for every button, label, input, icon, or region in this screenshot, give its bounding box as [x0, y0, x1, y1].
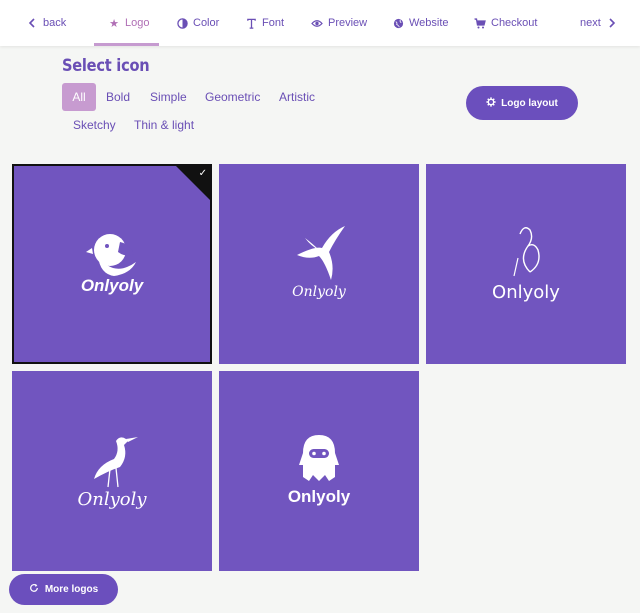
globe-icon	[392, 17, 404, 29]
logo-tile-heron[interactable]: Onlyoly	[12, 371, 212, 571]
tab-logo-label: Logo	[125, 17, 150, 29]
tab-color[interactable]: Color	[176, 0, 219, 46]
logo-name: Onlyoly	[287, 487, 351, 506]
tab-font[interactable]: Font	[245, 0, 284, 46]
filter-simple[interactable]: Simple	[150, 83, 187, 111]
tab-checkout-label: Checkout	[491, 17, 538, 29]
tab-website-label: Website	[409, 17, 449, 29]
filter-thin-light[interactable]: Thin & light	[134, 111, 194, 139]
contrast-icon	[176, 17, 188, 29]
back-label: back	[43, 17, 67, 29]
heron-icon	[94, 437, 138, 488]
cart-icon	[474, 17, 486, 29]
logo-name: Onlyoly	[292, 284, 346, 300]
eye-icon	[311, 17, 323, 29]
back-link[interactable]: back	[26, 0, 66, 46]
tab-website[interactable]: Website	[392, 0, 449, 46]
next-label: next	[580, 17, 601, 29]
tab-preview[interactable]: Preview	[311, 0, 367, 46]
tab-preview-label: Preview	[328, 17, 368, 29]
chevron-left-icon	[26, 17, 38, 29]
tab-checkout[interactable]: Checkout	[474, 0, 537, 46]
refresh-icon	[29, 583, 39, 596]
star-icon: ★	[109, 17, 119, 30]
filter-artistic[interactable]: Artistic	[279, 83, 315, 111]
more-logos-label: More logos	[44, 584, 99, 595]
text-icon	[245, 17, 257, 29]
more-logos-button[interactable]: More logos	[9, 574, 118, 605]
tab-font-label: Font	[262, 17, 285, 29]
tab-logo[interactable]: ★ Logo	[108, 0, 149, 46]
check-icon: ✓	[198, 168, 207, 179]
active-tab-indicator	[94, 43, 159, 46]
logo-name: Onlyoly	[77, 489, 147, 510]
logo-layout-label: Logo layout	[501, 97, 558, 109]
logo-layout-button[interactable]: Logo layout	[466, 86, 578, 120]
tab-color-label: Color	[193, 17, 220, 29]
logo-tile-swan[interactable]: Onlyoly	[426, 164, 626, 364]
logo-tile-swallow[interactable]: Onlyoly	[219, 164, 419, 364]
filter-bold[interactable]: Bold	[106, 83, 130, 111]
filter-geometric[interactable]: Geometric	[205, 83, 260, 111]
ghost-icon	[299, 435, 339, 481]
gear-icon	[486, 96, 496, 110]
filter-all[interactable]: All	[62, 83, 96, 111]
next-link[interactable]: next	[580, 0, 618, 46]
page-title: Select icon	[62, 56, 150, 76]
logo-tile-chick[interactable]: Onlyoly ✓	[12, 164, 212, 364]
swallow-icon	[297, 226, 345, 280]
chevron-right-icon	[606, 17, 618, 29]
logo-tile-ghost[interactable]: Onlyoly	[219, 371, 419, 571]
top-navigation: back ★ Logo Color Font Preview Website C…	[0, 0, 640, 46]
logo-name: Onlyoly	[492, 282, 560, 303]
logo-name: Onlyoly	[80, 276, 144, 295]
filter-sketchy[interactable]: Sketchy	[73, 111, 116, 139]
swan-line-icon	[513, 227, 540, 277]
